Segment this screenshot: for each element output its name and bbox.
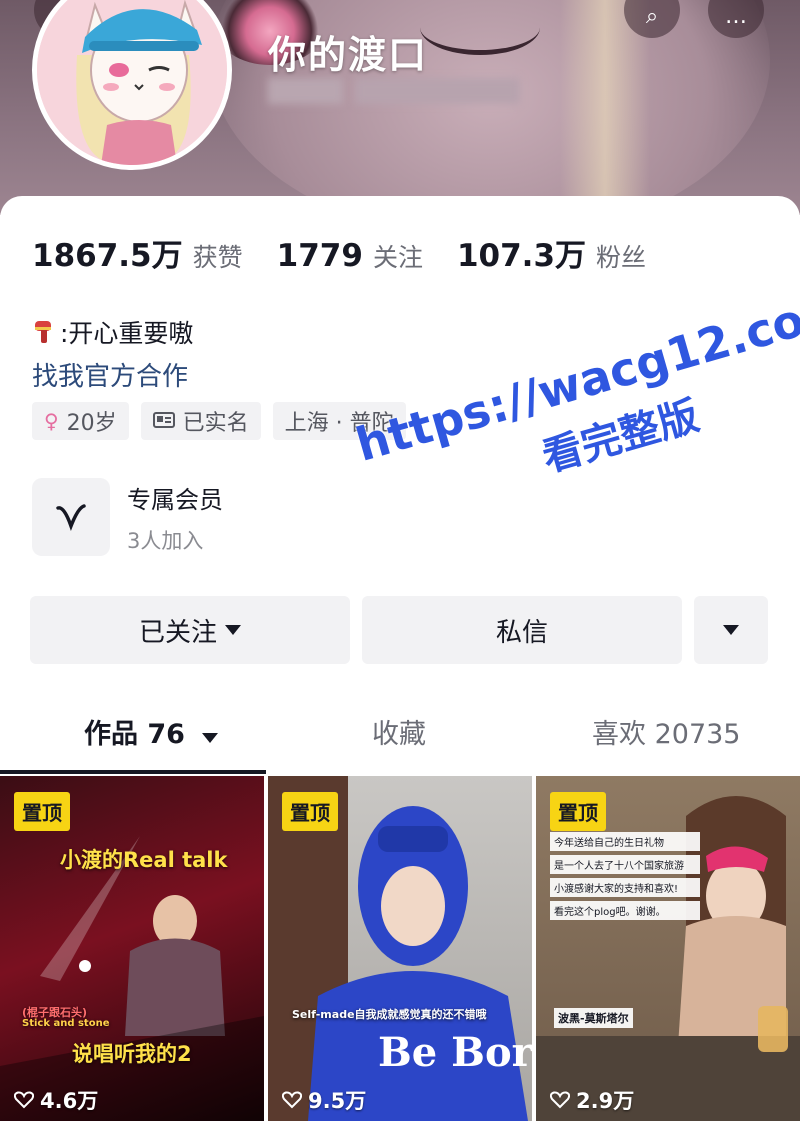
video-caption: 说唱听我的2 xyxy=(72,1042,192,1066)
followed-button[interactable]: 已关注 xyxy=(30,596,350,664)
video-like-count-text: 4.6万 xyxy=(40,1089,99,1113)
video-like-count: 2.9万 xyxy=(550,1085,634,1115)
heart-icon xyxy=(282,1091,302,1109)
video-like-count-text: 9.5万 xyxy=(308,1089,367,1113)
pinned-badge: 置顶 xyxy=(282,792,338,831)
pinned-badge: 置顶 xyxy=(14,792,70,831)
content-tabs: 作品 76 收藏 喜欢 20735 xyxy=(0,712,800,774)
tag-verified: 已实名 xyxy=(140,402,261,440)
membership-subtitle: 3人加入 xyxy=(127,528,204,553)
followers-label[interactable]: 粉丝 xyxy=(596,238,646,274)
video-tile[interactable]: Be Born 置顶 Self-made自我成就感觉真的还不错哦 9.5万 xyxy=(268,776,532,1121)
search-icon: ⌕ xyxy=(645,4,659,29)
blurred-id-text xyxy=(355,78,520,104)
message-label: 私信 xyxy=(495,617,548,648)
following-label[interactable]: 关注 xyxy=(373,238,423,274)
membership-title: 专属会员 xyxy=(127,485,223,514)
tag-age: ♀ 20岁 xyxy=(32,402,129,440)
video-like-count-text: 2.9万 xyxy=(576,1089,635,1113)
tag-verified-text: 已实名 xyxy=(182,411,249,436)
cat-girl-avatar-image xyxy=(37,0,227,165)
heart-icon xyxy=(14,1091,34,1109)
tab-favorites[interactable]: 收藏 xyxy=(372,712,426,751)
followed-label: 已关注 xyxy=(138,617,217,648)
profile-nickname: 你的渡口 xyxy=(268,33,429,77)
pinned-badge: 置顶 xyxy=(550,792,606,831)
blurred-id-text xyxy=(268,78,343,104)
video-caption: Self-made自我成就感觉真的还不错哦 xyxy=(292,1008,487,1021)
profile-stats: 1867.5万 获赞 1779 关注 107.3万 粉丝 xyxy=(32,230,680,275)
message-button[interactable]: 私信 xyxy=(362,596,682,664)
tab-works-label: 作品 76 xyxy=(84,719,185,750)
followers-count[interactable]: 107.3万 xyxy=(457,230,586,275)
more-actions-button[interactable] xyxy=(694,596,768,664)
svg-text:Be Born: Be Born xyxy=(378,1029,532,1076)
tab-works[interactable]: 作品 76 xyxy=(84,712,219,751)
banner-art-eye-closed xyxy=(420,0,540,55)
video-like-count: 9.5万 xyxy=(282,1085,366,1115)
video-tile[interactable]: 置顶 小渡的Real talk (棍子跟石头) Stick and stone … xyxy=(0,776,264,1121)
video-caption: 是一个人去了十八个国家旅游 xyxy=(550,855,700,874)
heart-icon xyxy=(550,1091,570,1109)
tag-age-text: 20岁 xyxy=(66,411,117,436)
membership-entry[interactable]: 专属会员 3人加入 xyxy=(32,478,223,556)
likes-count: 1867.5万 xyxy=(32,238,183,274)
following-count[interactable]: 1779 xyxy=(277,238,363,274)
video-caption: 小渡感谢大家的支持和喜欢! xyxy=(550,878,700,897)
female-icon: ♀ xyxy=(44,409,59,433)
bio-text: :开心重要嗷 xyxy=(60,319,194,348)
caret-down-icon xyxy=(202,733,219,743)
id-card-icon xyxy=(152,409,175,433)
scarf-emoji-icon xyxy=(35,321,51,343)
membership-v-icon xyxy=(32,478,110,556)
video-caption: Stick and stone xyxy=(22,1018,110,1029)
video-caption: 看完这个plog吧。谢谢。 xyxy=(550,901,700,920)
video-like-count: 4.6万 xyxy=(14,1085,98,1115)
cooperation-link[interactable]: 找我官方合作 xyxy=(32,356,188,393)
action-buttons: 已关注 私信 xyxy=(30,596,768,664)
likes-label: 获赞 xyxy=(192,243,243,272)
caret-down-icon xyxy=(723,625,739,635)
video-caption: 小渡的Real talk xyxy=(60,848,228,872)
active-tab-indicator xyxy=(0,770,266,774)
caret-down-icon xyxy=(225,625,241,635)
video-caption-group: 今年送给自己的生日礼物 是一个人去了十八个国家旅游 小渡感谢大家的支持和喜欢! … xyxy=(550,832,700,924)
video-grid: 置顶 小渡的Real talk (棍子跟石头) Stick and stone … xyxy=(0,776,800,1121)
video-tile[interactable]: 置顶 今年送给自己的生日礼物 是一个人去了十八个国家旅游 小渡感谢大家的支持和喜… xyxy=(536,776,800,1121)
more-icon: … xyxy=(725,4,747,29)
video-caption: 今年送给自己的生日礼物 xyxy=(550,832,700,851)
tab-likes[interactable]: 喜欢 20735 xyxy=(592,712,740,751)
video-caption: 波黑-莫斯塔尔 xyxy=(554,1008,633,1028)
profile-bio: :开心重要嗷 xyxy=(32,314,193,350)
